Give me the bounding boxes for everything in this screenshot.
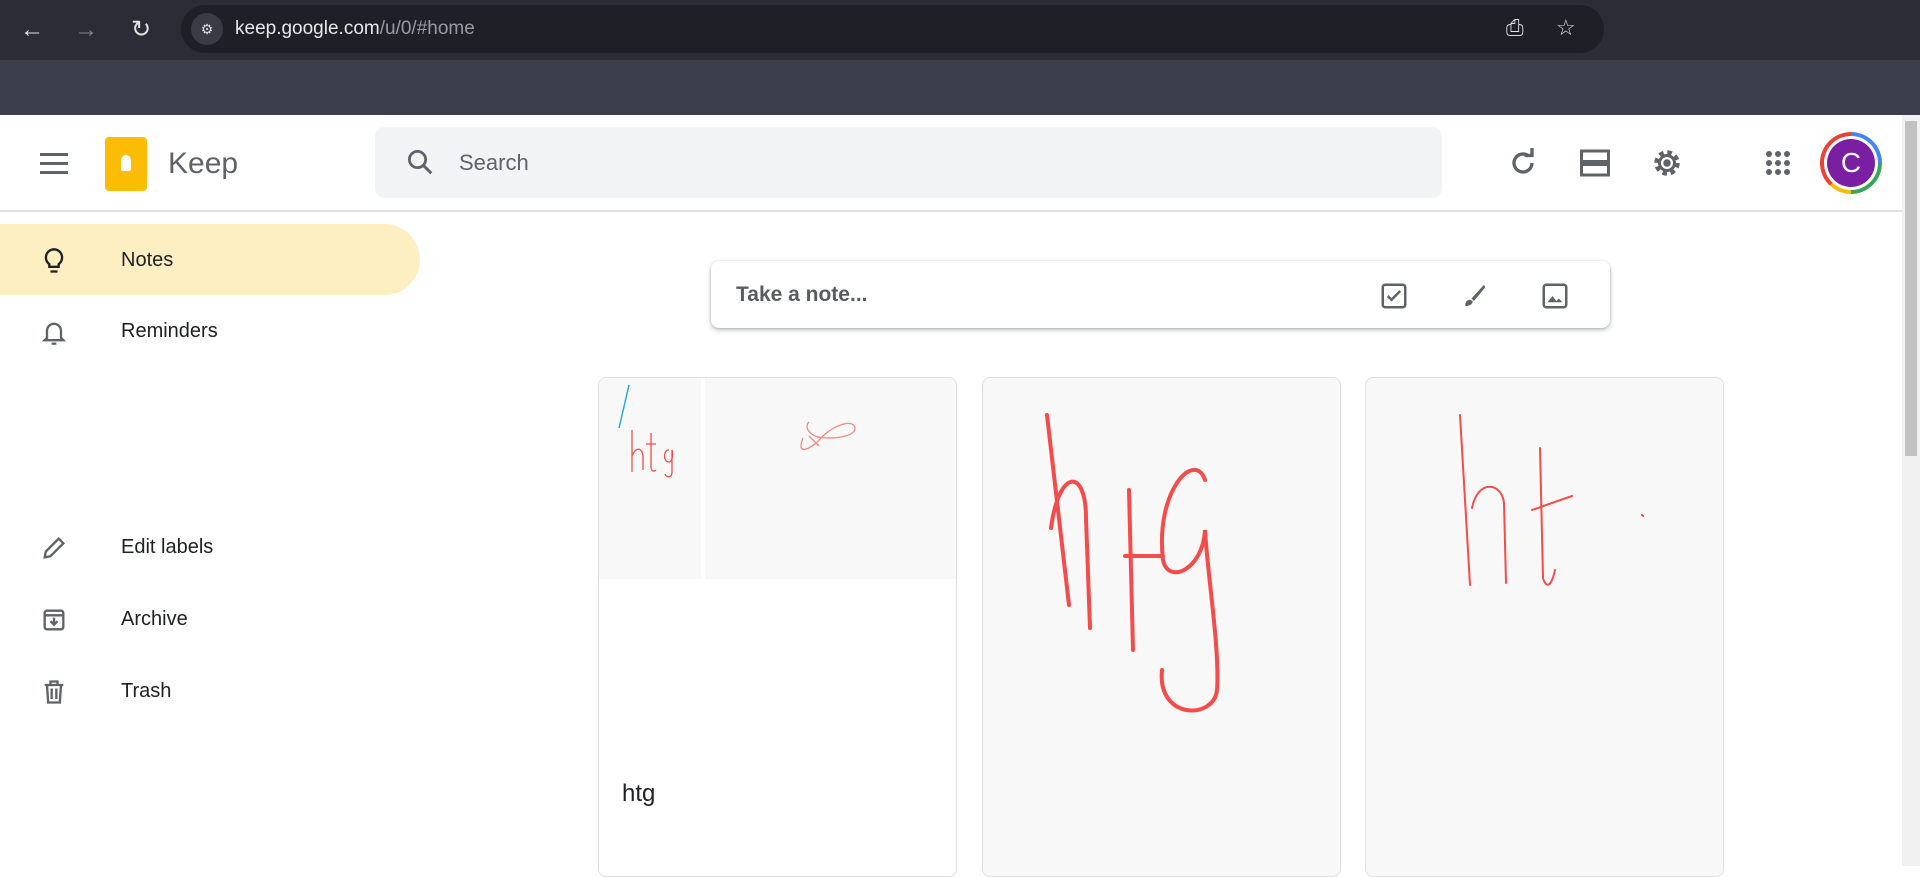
take-note-placeholder: Take a note... (736, 283, 868, 306)
pencil-icon (43, 537, 65, 559)
search-input[interactable]: Search (375, 127, 1442, 198)
sidebar-item-label: Reminders (121, 320, 218, 342)
drawing-ht (1459, 414, 1644, 586)
drawing-htg-small (618, 384, 674, 478)
scrollbar-thumb[interactable] (1905, 121, 1917, 456)
reload-button[interactable]: ↻ (125, 14, 157, 46)
note-card[interactable]: htg (598, 377, 957, 877)
take-note-input[interactable]: Take a note... (711, 261, 1610, 328)
list-view-icon[interactable] (1577, 145, 1613, 181)
sidebar-item-reminders[interactable]: Reminders (0, 295, 420, 366)
new-list-checkbox-icon[interactable] (1379, 281, 1409, 311)
sidebar-item-archive[interactable]: Archive (0, 583, 420, 654)
keep-logo[interactable] (105, 137, 147, 191)
lightbulb-icon (44, 248, 64, 273)
sidebar-item-edit-labels[interactable]: Edit labels (0, 511, 420, 582)
note-drawing-thumbnail (705, 378, 956, 579)
site-info-icon[interactable]: ⚙ (191, 13, 223, 45)
install-app-icon[interactable]: ⎙ (1506, 15, 1524, 41)
search-placeholder: Search (459, 150, 529, 175)
apps-grid-icon[interactable] (1760, 145, 1796, 181)
forward-button[interactable]: → (70, 14, 102, 46)
new-image-icon[interactable] (1540, 281, 1570, 311)
main-menu-icon[interactable] (40, 153, 68, 180)
sidebar-item-notes[interactable]: Notes (0, 224, 420, 295)
back-button[interactable]: ← (16, 14, 48, 46)
note-card[interactable] (1365, 377, 1724, 877)
note-drawing-thumbnail (599, 378, 701, 579)
drawing-scribble (800, 421, 856, 450)
drawing-htg-large (1045, 413, 1220, 713)
browser-chrome: ← → ↻ ⚙ keep.google.com/u/0/#home ⎙ ☆ (0, 0, 1920, 115)
page-scrollbar[interactable] (1902, 115, 1920, 866)
sidebar-item-label: Archive (121, 608, 188, 630)
new-drawing-brush-icon[interactable] (1459, 281, 1489, 311)
account-avatar[interactable]: C (1820, 132, 1882, 194)
avatar-letter: C (1827, 139, 1875, 187)
address-bar[interactable]: ⚙ keep.google.com/u/0/#home ⎙ ☆ (181, 5, 1604, 53)
refresh-icon[interactable] (1505, 145, 1541, 181)
app-name[interactable]: Keep (168, 147, 238, 181)
trash-icon (44, 680, 64, 704)
note-title: htg (622, 780, 656, 807)
url-text: keep.google.com/u/0/#home (235, 18, 475, 39)
sidebar-item-label: Edit labels (121, 536, 214, 558)
note-card[interactable] (982, 377, 1341, 877)
app-header: Keep Search (0, 115, 1902, 212)
archive-icon (43, 609, 65, 631)
bell-icon (41, 322, 67, 345)
sidebar-item-label: Trash (121, 680, 172, 702)
search-icon[interactable] (405, 147, 435, 177)
sidebar-item-label: Notes (121, 249, 174, 271)
bookmark-star-icon[interactable]: ☆ (1556, 15, 1576, 41)
settings-gear-icon[interactable] (1649, 145, 1685, 181)
sidebar-item-trash[interactable]: Trash (0, 655, 420, 726)
